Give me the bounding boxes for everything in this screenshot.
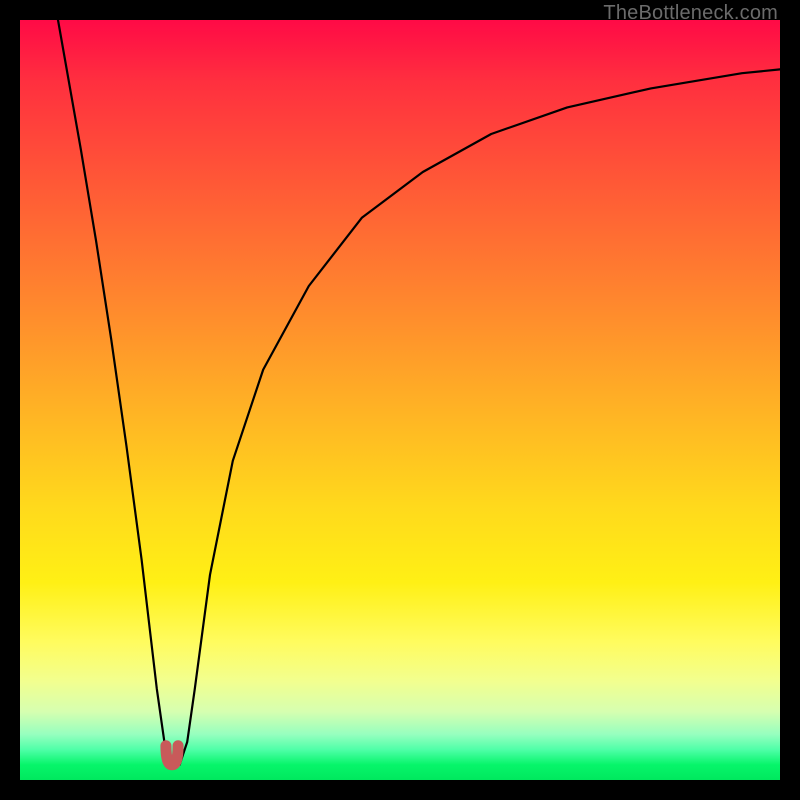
minimum-marker: [166, 746, 178, 765]
bottleneck-curve: [58, 20, 780, 765]
chart-frame: TheBottleneck.com: [0, 0, 800, 800]
marker-u-shape: [166, 746, 178, 765]
watermark-text: TheBottleneck.com: [603, 2, 778, 25]
plot-area: [20, 20, 780, 780]
curve-layer: [20, 20, 780, 780]
